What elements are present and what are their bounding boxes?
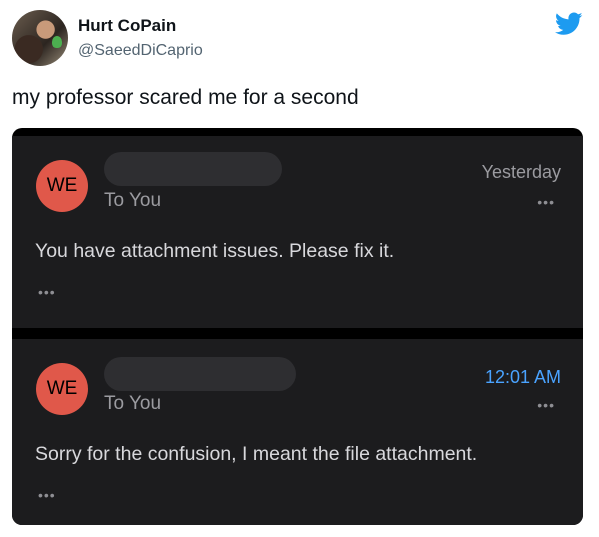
redacted-sender-name [104,357,296,391]
email-time: 12:01 AM [484,367,561,387]
redacted-sender-name [104,152,282,186]
email-time: Yesterday [481,162,561,182]
display-name[interactable]: Hurt CoPain [78,16,176,36]
avatar[interactable] [12,10,68,66]
more-dots-icon[interactable]: ••• [537,194,555,210]
email-item[interactable]: WE To You 12:01 AM ••• Sorry for the con… [12,339,583,525]
email-screenshot: WE To You Yesterday ••• You have attachm… [12,128,583,525]
email-item[interactable]: WE To You Yesterday ••• You have attachm… [12,136,583,328]
avatar-leaf [52,36,62,48]
user-handle[interactable]: @SaeedDiCaprio [78,42,203,60]
recipient-label: To You [104,190,162,211]
sender-avatar: WE [36,160,88,212]
email-body: Sorry for the confusion, I meant the fil… [35,443,478,465]
more-dots-icon[interactable]: ••• [38,284,56,300]
more-dots-icon[interactable]: ••• [38,487,56,503]
tweet-text: my professor scared me for a second [12,86,359,109]
more-dots-icon[interactable]: ••• [537,397,555,413]
recipient-label: To You [104,393,162,414]
sender-avatar: WE [36,363,88,415]
email-body: You have attachment issues. Please fix i… [35,240,395,262]
twitter-bird-icon[interactable] [555,12,583,36]
